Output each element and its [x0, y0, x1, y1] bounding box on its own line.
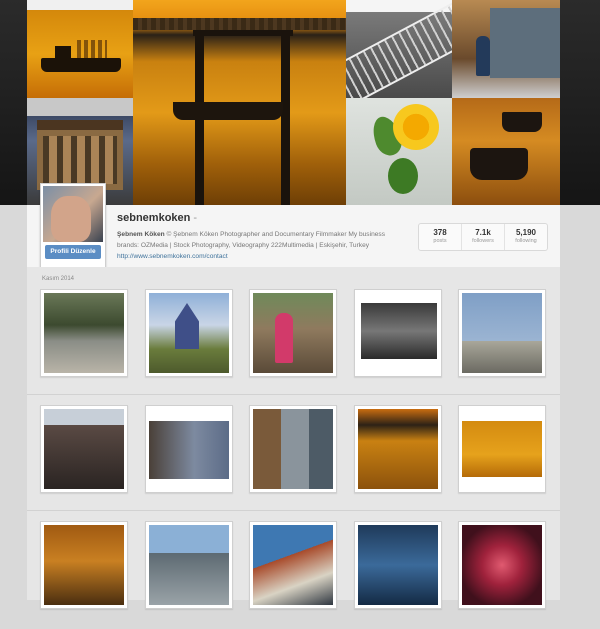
photo-thumbnail[interactable] [458, 289, 546, 377]
stat-followers-label: followers [472, 238, 494, 244]
stat-posts-value: 378 [433, 228, 447, 237]
photo-red-building [253, 525, 333, 605]
stat-following-value: 5,190 [515, 228, 537, 237]
photo-thumbnail[interactable] [40, 405, 128, 493]
stat-following[interactable]: 5,190 following [504, 224, 547, 250]
username: sebnemkoken - [117, 212, 197, 224]
photo-two-men [149, 409, 229, 489]
photo-thumbnail[interactable] [145, 405, 233, 493]
photo-man-on-roof [462, 293, 542, 373]
stat-followers-value: 7.1k [475, 228, 491, 237]
photo-thumbnail[interactable] [354, 405, 442, 493]
stat-followers[interactable]: 7.1k followers [461, 224, 504, 250]
avatar[interactable] [43, 186, 103, 242]
stats-box: 378 posts 7.1k followers 5,190 following [418, 223, 548, 251]
photo-river-reeds [44, 293, 124, 373]
bio: Şebnem Köken © Şebnem Köken Photographer… [117, 229, 407, 262]
avatar-frame: Profili Düzenle [40, 183, 106, 269]
photo-feed: Kasım 2014 [27, 267, 560, 609]
cover-photo-pier-sunset [133, 0, 346, 205]
photo-city-skyline [149, 525, 229, 605]
cover-mosaic [27, 0, 560, 205]
photo-ship-sunset [462, 409, 542, 489]
month-label: Kasım 2014 [42, 276, 75, 282]
photo-girl-with-wood [253, 293, 333, 373]
photo-thumbnail[interactable] [40, 289, 128, 377]
photo-thumbnail[interactable] [249, 289, 337, 377]
edit-profile-button[interactable]: Profili Düzenle [45, 245, 101, 259]
cover-photo-woman-walking [452, 0, 560, 98]
photo-friends-selfie [44, 409, 124, 489]
photo-thumbnail[interactable] [354, 521, 442, 609]
username-text: sebnemkoken [117, 212, 191, 224]
left-dark-bar [0, 0, 27, 205]
photo-row [27, 283, 560, 397]
photo-old-shop-bw [358, 293, 438, 373]
stat-posts[interactable]: 378 posts [419, 224, 461, 250]
photo-thumbnail[interactable] [145, 289, 233, 377]
stat-following-label: following [515, 238, 537, 244]
right-dark-bar [560, 0, 600, 205]
photo-harbor-boats [358, 525, 438, 605]
cover-photo-sunset-ship [27, 0, 133, 98]
photo-woman-on-street [253, 409, 333, 489]
cover-photo-railway [346, 0, 452, 98]
bio-name: Şebnem Köken [117, 231, 165, 238]
profile-header: Profili Düzenle sebnemkoken - Şebnem Köke… [27, 183, 560, 269]
photo-thumbnail[interactable] [145, 521, 233, 609]
photo-boats-sunset [44, 525, 124, 605]
row-divider [27, 510, 560, 511]
bio-link[interactable]: http://www.sebnemkoken.com/contact [117, 253, 228, 260]
photo-thumbnail[interactable] [458, 521, 546, 609]
stat-posts-label: posts [433, 238, 447, 244]
photo-thumbnail[interactable] [249, 521, 337, 609]
username-dash: - [193, 212, 198, 224]
photo-thumbnail[interactable] [458, 405, 546, 493]
photo-thumbnail[interactable] [249, 405, 337, 493]
photo-row [27, 515, 560, 629]
cover-photo-boats-sunset [452, 98, 560, 205]
photo-castle [149, 293, 229, 373]
photo-pier-sunset [358, 409, 438, 489]
photo-thumbnail[interactable] [354, 289, 442, 377]
cover-photo-sunflower [346, 98, 452, 205]
photo-thumbnail[interactable] [40, 521, 128, 609]
photo-red-flower [462, 525, 542, 605]
row-divider [27, 394, 560, 395]
photo-row [27, 399, 560, 513]
